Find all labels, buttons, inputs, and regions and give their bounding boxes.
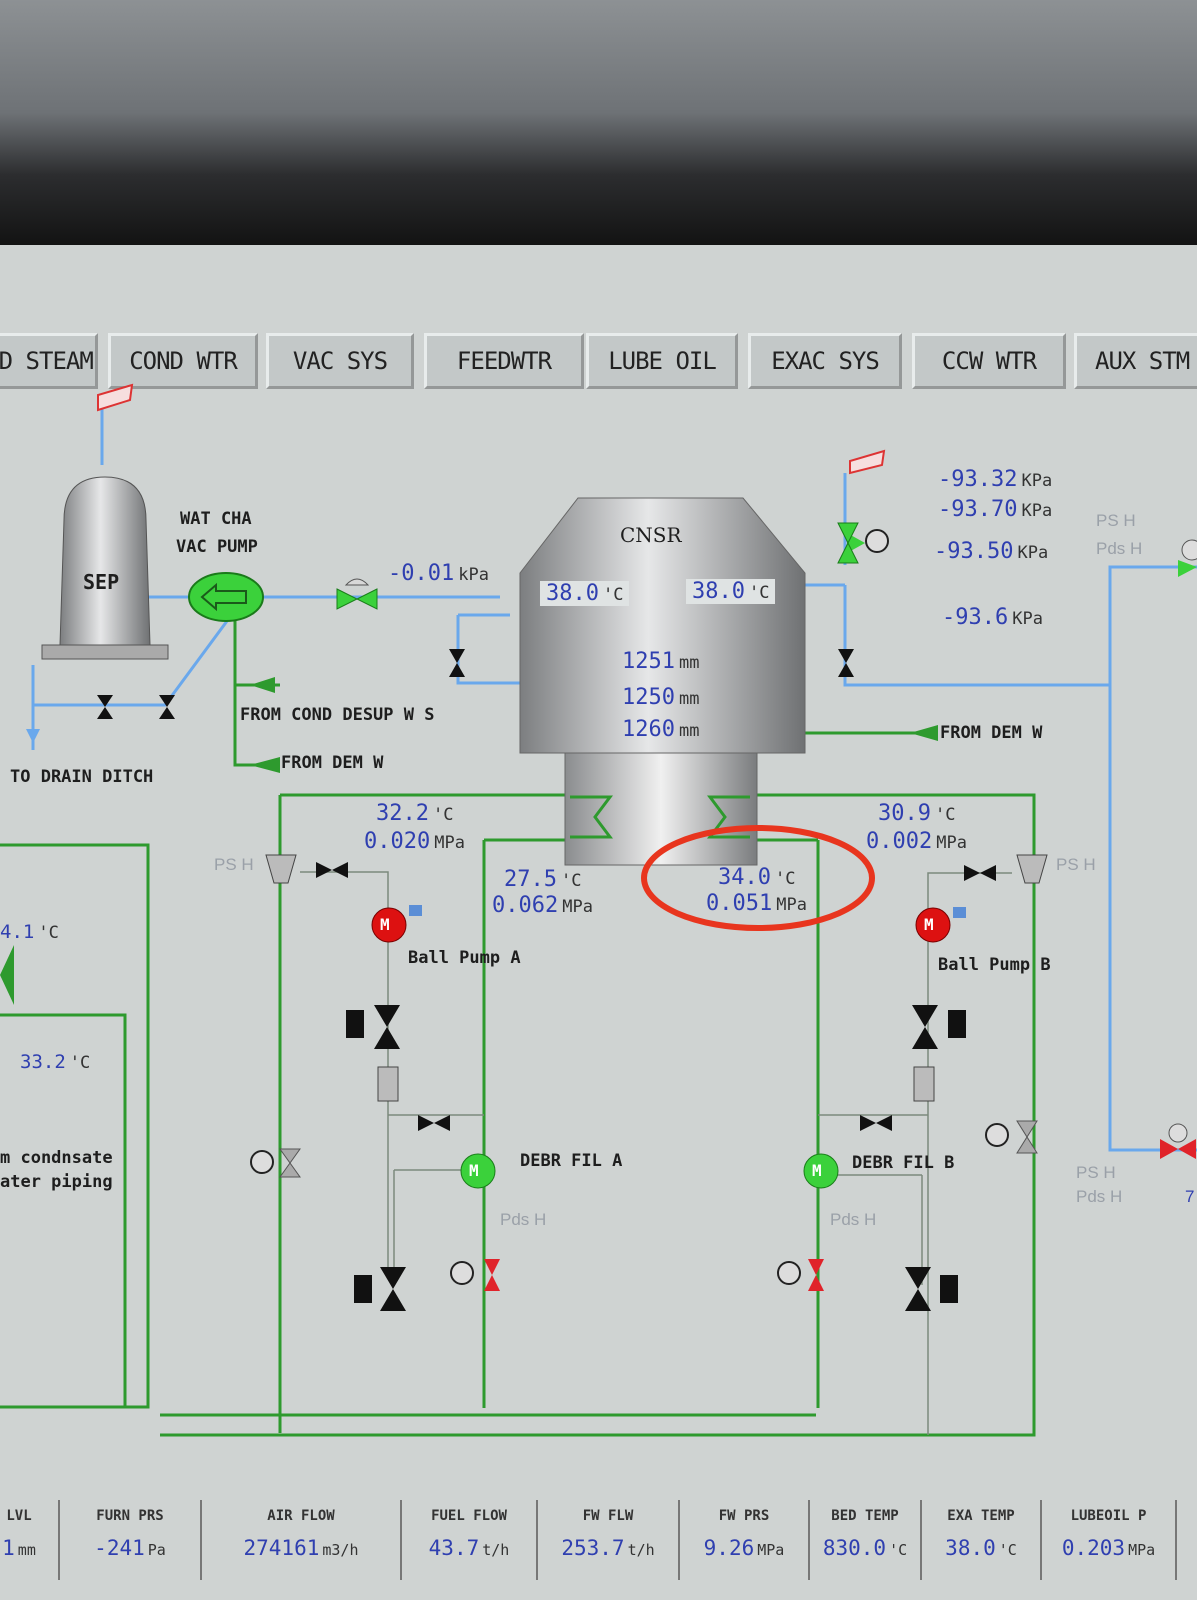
inlet-b-pressure: 0.002 MPa <box>866 829 967 854</box>
filter-motor-b-label: M <box>812 1161 822 1180</box>
cnsr-pressure-2: -93.70 KPa <box>938 497 1053 522</box>
separator-label: SEP <box>83 570 120 594</box>
motor-a-label: M <box>380 915 390 934</box>
cooling-water-piping <box>0 617 1036 1437</box>
status-cell: LVL 1 mm <box>0 1500 60 1580</box>
scada-screen: ND STEAM COND WTR VAC SYS FEEDWTR LUBE O… <box>0 245 1197 1600</box>
cnsr-pressure-1: -93.32 KPa <box>938 467 1053 492</box>
ball-pump-b-label: Ball Pump B <box>938 955 1051 975</box>
debr-fil-a-label: DEBR FIL A <box>520 1151 623 1171</box>
filter-motor-a-label: M <box>469 1161 479 1180</box>
pds-h-a-label: Pds H <box>500 1210 547 1229</box>
status-cell: BED TEMP 830.0 'C <box>810 1500 922 1580</box>
ps-h-far-label: PS H <box>1076 1163 1116 1182</box>
cnsr-temp-left: 38.0 'C <box>540 581 630 606</box>
condensate-label-2: ater piping <box>0 1172 113 1192</box>
vac-pump-label: VAC PUMP <box>176 537 258 557</box>
status-cell: FUEL FLOW 43.7 t/h <box>402 1500 538 1580</box>
status-cell: AIR FLOW 274161 m3/h <box>202 1500 402 1580</box>
from-dem-w-right-label: FROM DEM W <box>940 723 1043 743</box>
pressure-switch-icons <box>265 854 1048 1102</box>
inlet-a-pressure: 0.020 MPa <box>364 829 465 854</box>
outlet-b-pressure: 0.051 MPa <box>706 891 807 916</box>
status-cell: LUBEOIL P 0.203 MPa <box>1042 1500 1177 1580</box>
wat-cha-label: WAT CHA <box>180 509 252 529</box>
left-temp-1: 4.1 'C <box>0 921 59 943</box>
outlet-a-pressure: 0.062 MPa <box>492 893 593 918</box>
condensate-label-1: m condnsate <box>0 1148 113 1168</box>
condenser-vessel <box>519 497 806 866</box>
debr-fil-b-label: DEBR FIL B <box>852 1153 955 1173</box>
hotwell-level-1: 1251 mm <box>622 649 700 674</box>
cnsr-pressure-4: -93.6 KPa <box>942 605 1043 630</box>
cnsr-temp-right: 38.0 'C <box>686 579 776 604</box>
status-cell: EXA TEMP 38.0 'C <box>922 1500 1042 1580</box>
to-drain-ditch-label: TO DRAIN DITCH <box>10 767 154 787</box>
ball-pump-a-label: Ball Pump A <box>408 948 521 968</box>
separator-vessel <box>41 476 169 660</box>
status-cell: FW PRS 9.26 MPa <box>680 1500 810 1580</box>
status-cell: FURN PRS -241 Pa <box>60 1500 202 1580</box>
ps-h-right-label: PS H <box>1056 855 1096 874</box>
inlet-a-temp: 32.2 'C <box>376 801 454 826</box>
hotwell-level-3: 1260 mm <box>622 717 700 742</box>
drain-arrow-icon <box>26 729 40 743</box>
cnsr-pressure-3: -93.50 KPa <box>934 539 1049 564</box>
condenser-label: CNSR <box>620 523 682 547</box>
from-dem-w-left-label: FROM DEM W <box>281 753 384 773</box>
from-cond-desup-label: FROM COND DESUP W S <box>240 705 435 725</box>
monitor-bezel <box>0 0 1197 250</box>
pds-h-b-label: Pds H <box>830 1210 877 1229</box>
inlet-b-temp: 30.9 'C <box>878 801 956 826</box>
motor-b-label: M <box>924 915 934 934</box>
vac-line-pressure: -0.01 kPa <box>388 561 489 586</box>
edge-value-label: 7 <box>1185 1187 1195 1206</box>
ps-h-left-label: PS H <box>214 855 254 874</box>
ps-h-top-label: PS H <box>1096 511 1136 530</box>
status-cell: FW FLW 253.7 t/h <box>538 1500 680 1580</box>
outlet-b-temp: 34.0 'C <box>718 865 796 890</box>
pds-h-far-label: Pds H <box>1076 1187 1123 1206</box>
hotwell-level-2: 1250 mm <box>622 685 700 710</box>
left-temp-2: 33.2 'C <box>20 1051 91 1073</box>
pds-h-top-label: Pds H <box>1096 539 1143 558</box>
debris-filter-motors[interactable] <box>460 1153 839 1189</box>
process-diagram <box>0 383 1197 1437</box>
outlet-a-temp: 27.5 'C <box>504 867 582 892</box>
vent-flag-icons <box>97 383 886 475</box>
status-bar: LVL 1 mm FURN PRS -241 Pa AIR FLOW 274161 m3/h… <box>0 1500 1197 1600</box>
vac-pump[interactable] <box>188 572 264 622</box>
motorised-valve-icons[interactable] <box>250 1120 1196 1291</box>
